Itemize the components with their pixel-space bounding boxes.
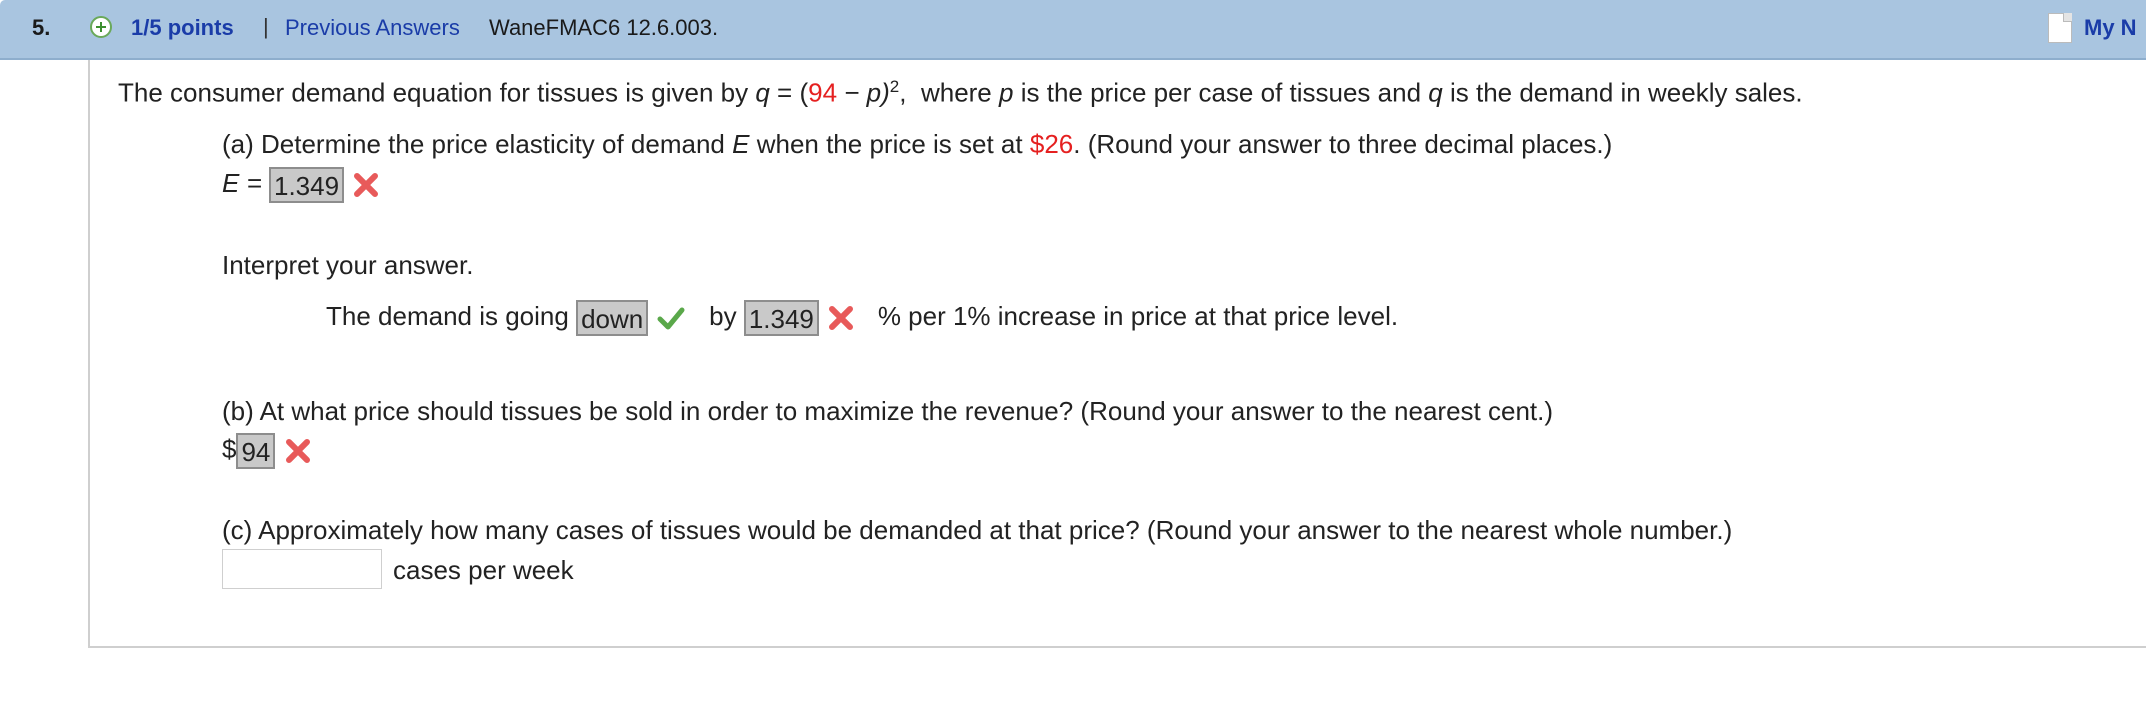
x-mark-icon <box>354 173 379 197</box>
elasticity-answer-field[interactable]: 1.349 <box>268 167 345 203</box>
cases-unit-label: cases per week <box>393 555 574 585</box>
points-link[interactable]: 1/5 points <box>131 15 234 41</box>
problem-end-text: is the demand in weekly sales. <box>1449 77 1803 108</box>
part-a-prompt-mid: when the price is set at <box>756 129 1023 159</box>
percent-answer-field[interactable]: 1.349 <box>743 300 819 336</box>
part-a-prompt-start: (a) Determine the price elasticity of de… <box>222 129 725 159</box>
e-variable: E <box>732 129 750 159</box>
problem-where: where <box>920 77 992 108</box>
part-a-prompt: (a) Determine the price elasticity of de… <box>222 129 1612 160</box>
question-number: 5. <box>32 15 51 40</box>
interpret-row: The demand is going down by 1.349 % per … <box>326 300 1398 336</box>
previous-answers-link[interactable]: Previous Answers <box>285 15 460 41</box>
x-mark-icon <box>829 306 854 330</box>
equation-minus-p: − p) <box>837 77 890 108</box>
check-mark-icon <box>657 307 685 330</box>
note-icon[interactable] <box>2048 13 2072 43</box>
by-label: by <box>709 300 737 331</box>
part-a-prompt-end: . (Round your answer to three decimal pl… <box>1073 129 1613 159</box>
q-variable-2: q <box>1428 77 1443 108</box>
equation-constant: 94 <box>808 77 838 108</box>
plus-circle-icon[interactable] <box>90 16 112 38</box>
interpret-sentence-start: The demand is going <box>326 300 569 331</box>
separator: | <box>263 14 269 39</box>
problem-mid-text: is the price per case of tissues and <box>1020 77 1422 108</box>
problem-statement: The consumer demand equation for tissues… <box>118 77 1803 109</box>
problem-code: WaneFMAC6 12.6.003. <box>489 15 719 40</box>
price-answer-field[interactable]: 94 <box>236 433 276 469</box>
problem-intro: The consumer demand equation for tissues… <box>118 77 749 108</box>
my-notes-link[interactable]: My N <box>2084 15 2137 41</box>
interpret-sentence-end: % per 1% increase in price at that price… <box>877 300 1399 331</box>
equation-open: = ( <box>769 77 809 108</box>
part-a-price: $26 <box>1029 129 1074 159</box>
part-a-answer-label: E = <box>222 167 262 198</box>
interpret-label: Interpret your answer. <box>222 250 474 280</box>
cases-answer-input[interactable] <box>222 549 382 589</box>
part-c-prompt: (c) Approximately how many cases of tiss… <box>222 515 1733 545</box>
part-a-answer-row: E = 1.349 <box>222 167 381 203</box>
x-mark-icon <box>285 439 310 463</box>
currency-symbol: $ <box>222 433 237 464</box>
part-b-answer-row: $94 <box>222 433 313 469</box>
equation-comma: , <box>899 77 907 108</box>
part-b-prompt: (b) At what price should tissues be sold… <box>222 396 1554 426</box>
equation-exponent: 2 <box>889 77 900 96</box>
question-header: 5. 1/5 points | Previous Answers WaneFMA… <box>0 0 2146 60</box>
direction-answer-field[interactable]: down <box>576 300 649 336</box>
p-variable: p <box>999 77 1014 108</box>
q-variable: q <box>755 77 770 108</box>
